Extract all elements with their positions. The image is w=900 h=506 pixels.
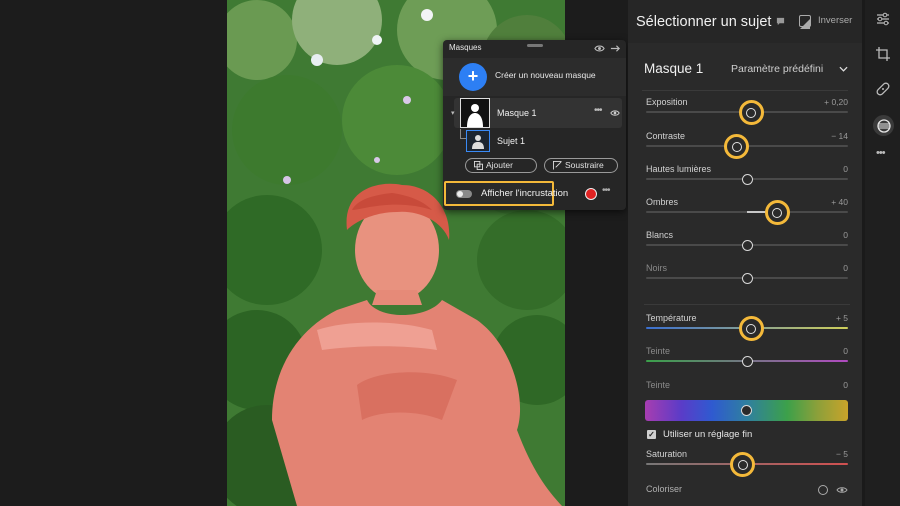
sliders-icon[interactable]	[875, 11, 891, 27]
subtract-from-mask-button[interactable]: Soustraire	[544, 158, 618, 173]
slider-blacks[interactable]: Noirs 0	[644, 263, 850, 293]
create-mask-label: Créer un nouveau masque	[495, 70, 596, 80]
overlay-toggle[interactable]	[456, 190, 472, 198]
overlay-more-options[interactable]: •••	[602, 185, 610, 196]
hue-color-bar[interactable]	[645, 400, 848, 421]
expand-caret-icon[interactable]: ▾	[451, 109, 455, 117]
slider-value[interactable]: 0	[843, 164, 848, 174]
mask-settings-title: Masque 1	[644, 61, 704, 76]
subtract-label: Soustraire	[565, 160, 604, 170]
slider-thumb[interactable]	[741, 240, 753, 251]
slider-value[interactable]: − 5	[836, 449, 848, 459]
slider-tint[interactable]: Teinte 0	[644, 346, 850, 376]
create-mask-button[interactable]: +	[459, 63, 487, 91]
add-label: Ajouter	[486, 160, 513, 170]
invert-icon[interactable]	[799, 15, 811, 29]
colorize-visibility-icon[interactable]	[836, 486, 848, 494]
create-mask-row[interactable]: + Créer un nouveau masque	[443, 58, 626, 96]
slider-whites[interactable]: Blancs 0	[644, 230, 850, 260]
comment-icon[interactable]	[776, 17, 785, 26]
slider-value[interactable]: 0	[843, 346, 848, 356]
subject-name: Sujet 1	[497, 136, 526, 146]
slider-exposure[interactable]: Exposition + 0,20	[644, 97, 850, 127]
slider-label: Température	[646, 313, 697, 323]
overlay-label: Afficher l'incrustation	[481, 188, 569, 199]
slider-label: Teinte	[646, 346, 671, 356]
slider-label: Teinte	[646, 380, 671, 390]
slider-thumb-highlighted[interactable]	[764, 200, 790, 225]
healing-icon[interactable]	[875, 81, 891, 97]
crop-icon[interactable]	[875, 46, 891, 62]
slider-thumb-highlighted[interactable]	[738, 316, 764, 341]
slider-label: Exposition	[646, 97, 688, 107]
mask-more-options[interactable]: •••	[594, 105, 602, 116]
slider-value[interactable]: + 40	[831, 197, 848, 207]
preset-dropdown[interactable]: Paramètre prédéfini	[731, 63, 823, 75]
slider-value[interactable]: − 14	[831, 131, 848, 141]
slider-thumb-highlighted[interactable]	[724, 134, 750, 159]
collapse-arrow-icon[interactable]	[610, 43, 621, 54]
mask-component-sujet-1[interactable]: Sujet 1	[454, 129, 622, 154]
slider-label: Hautes lumières	[646, 164, 712, 174]
divider	[642, 90, 848, 91]
show-overlay-row[interactable]: Afficher l'incrustation	[444, 181, 568, 206]
slider-value[interactable]: 0	[843, 263, 848, 273]
slider-contrast[interactable]: Contraste − 14	[644, 131, 850, 161]
more-icon[interactable]: •••	[876, 147, 886, 159]
slider-value[interactable]: + 5	[836, 313, 848, 323]
slider-label: Blancs	[646, 230, 674, 240]
slider-label: Saturation	[646, 449, 688, 459]
slider-thumb[interactable]	[741, 356, 753, 367]
masks-panel-title: Masques	[449, 43, 482, 52]
slider-thumb-highlighted[interactable]	[730, 452, 756, 477]
eye-icon[interactable]	[594, 43, 605, 54]
subtract-mask-icon	[553, 161, 562, 170]
slider-value[interactable]: 0	[843, 380, 848, 390]
hue-thumb[interactable]	[741, 405, 752, 416]
tool-rail	[865, 0, 900, 506]
slider-shadows[interactable]: Ombres + 40	[644, 197, 850, 227]
add-to-mask-button[interactable]: Ajouter	[465, 158, 537, 173]
fine-tune-label: Utiliser un réglage fin	[663, 429, 753, 440]
chevron-down-icon[interactable]	[839, 65, 848, 73]
slider-label: Noirs	[646, 263, 668, 273]
slider-value[interactable]: 0	[843, 230, 848, 240]
fine-tune-checkbox[interactable]: ✓	[647, 430, 656, 439]
invert-button[interactable]: Inverser	[818, 15, 852, 26]
divider	[644, 304, 850, 305]
slider-thumb-highlighted[interactable]	[738, 100, 764, 125]
mask-thumbnail	[460, 98, 490, 128]
slider-highlights[interactable]: Hautes lumières 0	[644, 164, 850, 194]
person-icon	[472, 135, 484, 149]
panel-title: Sélectionner un sujet	[636, 14, 772, 30]
mask-item-masque-1[interactable]: ▾ Masque 1 •••	[451, 98, 622, 128]
slider-thumb[interactable]	[741, 174, 753, 185]
slider-label: Ombres	[646, 197, 679, 207]
slider-label: Contraste	[646, 131, 686, 141]
slider-temperature[interactable]: Température + 5	[644, 313, 850, 343]
slider-thumb[interactable]	[741, 273, 753, 284]
slider-value[interactable]: + 0,20	[824, 97, 848, 107]
mask-name: Masque 1	[497, 108, 537, 118]
overlay-color-swatch[interactable]	[585, 188, 597, 200]
masking-icon[interactable]	[876, 118, 892, 134]
colorize-label: Coloriser	[646, 484, 683, 494]
subject-thumbnail	[466, 130, 490, 152]
panel-drag-handle[interactable]	[527, 44, 543, 47]
colorize-swatch[interactable]	[818, 485, 828, 495]
mask-visibility-eye-icon[interactable]	[610, 108, 620, 118]
slider-saturation[interactable]: Saturation − 5	[644, 449, 850, 479]
add-mask-icon	[474, 161, 483, 170]
mask-silhouette-icon	[461, 99, 489, 127]
